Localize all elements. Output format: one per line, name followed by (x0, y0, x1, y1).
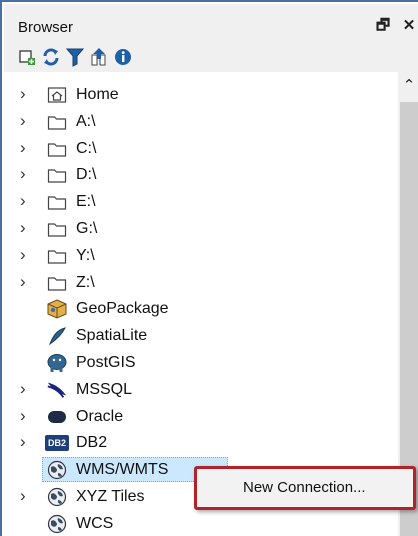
tree-item-label: G:\ (76, 220, 98, 237)
folder-icon (46, 111, 68, 133)
postgis-elephant-icon (46, 352, 68, 374)
tree-item-label: WMS/WMTS (76, 461, 169, 479)
tree-item[interactable]: › G:\ (4, 215, 398, 242)
tree-item-label: PostGIS (76, 354, 136, 371)
expand-arrow-icon[interactable]: › (20, 165, 34, 182)
tree-item[interactable]: GeoPackage (4, 295, 398, 322)
panel-title-bar: Browser 🗗 ✕ (4, 4, 418, 42)
tree-item[interactable]: › D:\ (4, 161, 398, 188)
collapse-all-icon[interactable] (88, 46, 110, 68)
tree-item-label: DB2 (76, 434, 108, 452)
scroll-up-icon[interactable]: ⌃ (398, 76, 418, 96)
globe-icon (46, 486, 68, 508)
tree-item[interactable]: › Home (4, 81, 398, 108)
tree-item-label: GeoPackage (76, 300, 169, 318)
filter-icon[interactable] (64, 46, 86, 68)
folder-icon (46, 191, 68, 213)
folder-icon (46, 272, 68, 294)
tree-item[interactable]: › C:\ (4, 135, 398, 162)
tree-item-label: Oracle (76, 407, 124, 425)
tree-item-label: MSSQL (76, 380, 133, 398)
expand-arrow-icon[interactable]: › (20, 219, 34, 236)
expand-arrow-icon[interactable]: › (20, 112, 34, 129)
oracle-icon (46, 406, 68, 428)
globe-icon (46, 459, 68, 481)
tree-item-label: Z:\ (76, 273, 95, 291)
tree-item[interactable]: › Oracle (4, 403, 398, 430)
browser-panel: Browser 🗗 ✕ › Home › A:\ › C:\ › D:\ › E:\ › G:\ › Y:… (0, 0, 418, 536)
tree-item[interactable]: › E:\ (4, 188, 398, 215)
tree-item-label: Home (76, 86, 119, 103)
expand-arrow-icon[interactable]: › (20, 85, 34, 102)
panel-title: Browser (18, 19, 74, 36)
tree-item-label: A:\ (76, 112, 96, 130)
folder-icon (46, 164, 68, 186)
mssql-icon (46, 379, 68, 401)
new-connection-menu-item[interactable]: New Connection... (197, 469, 413, 507)
home-folder-icon (46, 84, 68, 106)
db2-icon: DB2 (45, 432, 70, 454)
tree-item[interactable]: › A:\ (4, 108, 398, 135)
expand-arrow-icon[interactable]: › (20, 380, 34, 397)
folder-icon (46, 245, 68, 267)
expand-arrow-icon[interactable]: › (20, 192, 34, 209)
expand-arrow-icon[interactable]: › (20, 246, 34, 263)
tree-item-label: SpatiaLite (76, 327, 148, 345)
expand-arrow-icon[interactable]: › (20, 273, 34, 290)
tree-item[interactable]: › Y:\ (4, 242, 398, 269)
browser-toolbar (4, 42, 418, 72)
globe-icon (46, 513, 68, 535)
tree-item-label: XYZ Tiles (76, 488, 145, 505)
tree-item[interactable]: PostGIS (4, 349, 398, 376)
geopackage-icon (46, 298, 68, 320)
tree-item-label: WCS (76, 514, 114, 532)
close-panel-icon[interactable]: ✕ (400, 16, 418, 36)
spatialite-icon (46, 325, 68, 347)
info-icon[interactable] (112, 46, 134, 68)
tree-item-label: E:\ (76, 193, 96, 211)
add-selected-layers-icon[interactable] (16, 46, 38, 68)
refresh-icon[interactable] (40, 46, 62, 68)
folder-icon (46, 218, 68, 240)
expand-arrow-icon[interactable]: › (20, 433, 34, 450)
expand-arrow-icon[interactable]: › (20, 139, 34, 156)
tree-item-label: Y:\ (76, 246, 95, 264)
tree-item-label: C:\ (76, 139, 97, 157)
expand-arrow-icon[interactable]: › (20, 487, 34, 504)
tree-item[interactable]: › DB2 DB2 (4, 429, 398, 456)
tree-item[interactable]: SpatiaLite (4, 322, 398, 349)
folder-icon (46, 138, 68, 160)
float-panel-icon[interactable]: 🗗 (374, 16, 392, 36)
tree-item[interactable]: › MSSQL (4, 376, 398, 403)
context-menu: New Connection... (194, 466, 416, 510)
tree-item[interactable]: WCS (4, 510, 398, 536)
db2-icon-text: DB2 (45, 435, 70, 452)
tree-item-label: D:\ (76, 166, 97, 184)
tree-item[interactable]: › Z:\ (4, 269, 398, 296)
expand-arrow-icon[interactable]: › (20, 407, 34, 424)
